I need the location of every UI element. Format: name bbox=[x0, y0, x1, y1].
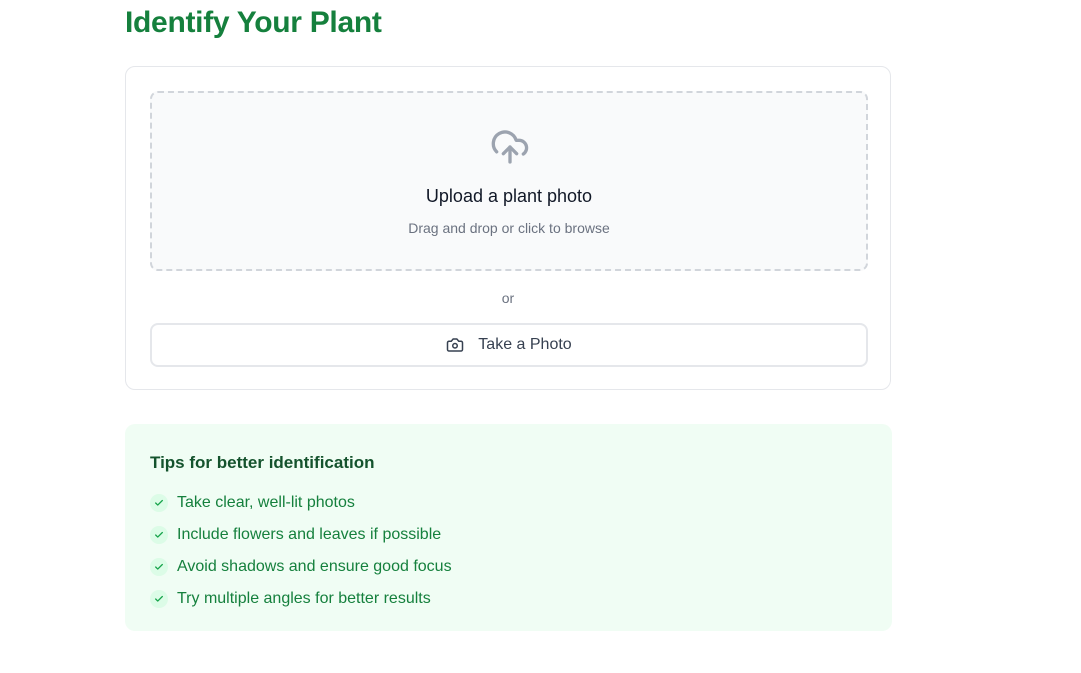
take-photo-label: Take a Photo bbox=[478, 336, 572, 353]
tip-item: Include flowers and leaves if possible bbox=[150, 519, 452, 551]
tip-text: Include flowers and leaves if possible bbox=[177, 526, 442, 543]
dropzone-title: Upload a plant photo bbox=[425, 186, 593, 206]
tips-list: Take clear, well-lit photos Include flow… bbox=[150, 487, 452, 615]
check-icon bbox=[150, 526, 168, 544]
tip-item: Take clear, well-lit photos bbox=[150, 487, 452, 519]
tip-item: Avoid shadows and ensure good focus bbox=[150, 551, 452, 583]
upload-card: Upload a plant photo Drag and drop or cl… bbox=[125, 66, 891, 390]
take-photo-button[interactable]: Take a Photo bbox=[150, 323, 868, 367]
check-icon bbox=[150, 494, 168, 512]
tip-text: Try multiple angles for better results bbox=[177, 590, 431, 607]
tip-item: Try multiple angles for better results bbox=[150, 583, 452, 615]
tips-title: Tips for better identification bbox=[150, 453, 375, 472]
dropzone-subtitle: Drag and drop or click to browse bbox=[408, 220, 610, 236]
camera-icon bbox=[446, 336, 464, 354]
cloud-upload-icon bbox=[490, 127, 530, 167]
photo-dropzone[interactable]: Upload a plant photo Drag and drop or cl… bbox=[150, 91, 868, 271]
tip-text: Avoid shadows and ensure good focus bbox=[177, 558, 452, 575]
identify-plant-page: Identify Your Plant Upload a plant photo… bbox=[0, 0, 1081, 673]
page-title: Identify Your Plant bbox=[125, 6, 382, 39]
tips-card: Tips for better identification Take clea… bbox=[125, 424, 892, 631]
check-icon bbox=[150, 558, 168, 576]
check-icon bbox=[150, 590, 168, 608]
tip-text: Take clear, well-lit photos bbox=[177, 494, 355, 511]
or-divider: or bbox=[501, 290, 515, 306]
